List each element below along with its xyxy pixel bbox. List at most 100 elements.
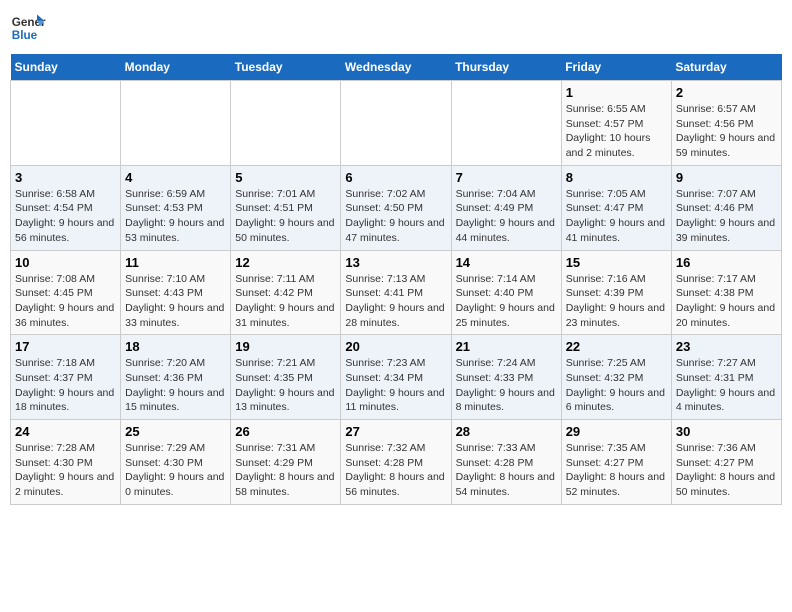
calendar-cell: 21 Sunrise: 7:24 AM Sunset: 4:33 PM Dayli… xyxy=(451,335,561,420)
calendar-cell: 22 Sunrise: 7:25 AM Sunset: 4:32 PM Dayli… xyxy=(561,335,671,420)
day-of-week-header: Wednesday xyxy=(341,54,451,81)
day-info: Sunrise: 7:16 AM Sunset: 4:39 PM Dayligh… xyxy=(566,272,667,331)
day-number: 9 xyxy=(676,170,777,185)
day-number: 3 xyxy=(15,170,116,185)
calendar-cell: 18 Sunrise: 7:20 AM Sunset: 4:36 PM Dayli… xyxy=(121,335,231,420)
day-info: Sunrise: 7:28 AM Sunset: 4:30 PM Dayligh… xyxy=(15,441,116,500)
day-number: 4 xyxy=(125,170,226,185)
day-info: Sunrise: 7:02 AM Sunset: 4:50 PM Dayligh… xyxy=(345,187,446,246)
day-number: 23 xyxy=(676,339,777,354)
day-number: 1 xyxy=(566,85,667,100)
calendar-cell: 6Sunrise: 7:02 AM Sunset: 4:50 PM Daylig… xyxy=(341,165,451,250)
day-info: Sunrise: 7:04 AM Sunset: 4:49 PM Dayligh… xyxy=(456,187,557,246)
calendar-cell: 26 Sunrise: 7:31 AM Sunset: 4:29 PM Dayli… xyxy=(231,420,341,505)
page-header: General Blue xyxy=(10,10,782,46)
day-number: 22 xyxy=(566,339,667,354)
day-info: Sunrise: 7:17 AM Sunset: 4:38 PM Dayligh… xyxy=(676,272,777,331)
day-number: 7 xyxy=(456,170,557,185)
day-info: Sunrise: 7:08 AM Sunset: 4:45 PM Dayligh… xyxy=(15,272,116,331)
day-number: 2 xyxy=(676,85,777,100)
day-number: 26 xyxy=(235,424,336,439)
calendar-cell: 30 Sunrise: 7:36 AM Sunset: 4:27 PM Dayli… xyxy=(671,420,781,505)
calendar-cell: 14 Sunrise: 7:14 AM Sunset: 4:40 PM Dayli… xyxy=(451,250,561,335)
calendar-cell: 25 Sunrise: 7:29 AM Sunset: 4:30 PM Dayli… xyxy=(121,420,231,505)
day-info: Sunrise: 7:35 AM Sunset: 4:27 PM Dayligh… xyxy=(566,441,667,500)
calendar-cell: 11 Sunrise: 7:10 AM Sunset: 4:43 PM Dayli… xyxy=(121,250,231,335)
day-info: Sunrise: 7:13 AM Sunset: 4:41 PM Dayligh… xyxy=(345,272,446,331)
day-number: 8 xyxy=(566,170,667,185)
day-info: Sunrise: 7:33 AM Sunset: 4:28 PM Dayligh… xyxy=(456,441,557,500)
day-of-week-header: Thursday xyxy=(451,54,561,81)
calendar-cell: 7 Sunrise: 7:04 AM Sunset: 4:49 PM Daylig… xyxy=(451,165,561,250)
logo-icon: General Blue xyxy=(10,10,46,46)
logo: General Blue xyxy=(10,10,46,46)
day-of-week-header: Friday xyxy=(561,54,671,81)
day-number: 11 xyxy=(125,255,226,270)
calendar-cell: 24 Sunrise: 7:28 AM Sunset: 4:30 PM Dayli… xyxy=(11,420,121,505)
calendar-cell: 16 Sunrise: 7:17 AM Sunset: 4:38 PM Dayli… xyxy=(671,250,781,335)
svg-text:Blue: Blue xyxy=(12,29,38,42)
day-info: Sunrise: 7:07 AM Sunset: 4:46 PM Dayligh… xyxy=(676,187,777,246)
calendar-cell xyxy=(11,81,121,166)
day-of-week-header: Monday xyxy=(121,54,231,81)
calendar-cell xyxy=(231,81,341,166)
day-number: 24 xyxy=(15,424,116,439)
calendar-cell: 4 Sunrise: 6:59 AM Sunset: 4:53 PM Daylig… xyxy=(121,165,231,250)
calendar-table: SundayMondayTuesdayWednesdayThursdayFrid… xyxy=(10,54,782,505)
day-of-week-header: Tuesday xyxy=(231,54,341,81)
calendar-cell: 10 Sunrise: 7:08 AM Sunset: 4:45 PM Dayli… xyxy=(11,250,121,335)
day-info: Sunrise: 7:14 AM Sunset: 4:40 PM Dayligh… xyxy=(456,272,557,331)
day-number: 12 xyxy=(235,255,336,270)
calendar-cell xyxy=(121,81,231,166)
calendar-cell: 1 Sunrise: 6:55 AM Sunset: 4:57 PM Daylig… xyxy=(561,81,671,166)
day-number: 14 xyxy=(456,255,557,270)
day-number: 19 xyxy=(235,339,336,354)
calendar-cell: 13Sunrise: 7:13 AM Sunset: 4:41 PM Dayli… xyxy=(341,250,451,335)
day-number: 28 xyxy=(456,424,557,439)
calendar-cell: 29Sunrise: 7:35 AM Sunset: 4:27 PM Dayli… xyxy=(561,420,671,505)
calendar-cell xyxy=(341,81,451,166)
day-number: 18 xyxy=(125,339,226,354)
calendar-cell: 12 Sunrise: 7:11 AM Sunset: 4:42 PM Dayli… xyxy=(231,250,341,335)
day-info: Sunrise: 7:23 AM Sunset: 4:34 PM Dayligh… xyxy=(345,356,446,415)
calendar-cell: 9 Sunrise: 7:07 AM Sunset: 4:46 PM Daylig… xyxy=(671,165,781,250)
day-info: Sunrise: 7:10 AM Sunset: 4:43 PM Dayligh… xyxy=(125,272,226,331)
day-info: Sunrise: 7:20 AM Sunset: 4:36 PM Dayligh… xyxy=(125,356,226,415)
calendar-cell: 2Sunrise: 6:57 AM Sunset: 4:56 PM Daylig… xyxy=(671,81,781,166)
day-info: Sunrise: 6:55 AM Sunset: 4:57 PM Dayligh… xyxy=(566,102,667,161)
day-info: Sunrise: 7:24 AM Sunset: 4:33 PM Dayligh… xyxy=(456,356,557,415)
day-info: Sunrise: 7:11 AM Sunset: 4:42 PM Dayligh… xyxy=(235,272,336,331)
calendar-cell: 28 Sunrise: 7:33 AM Sunset: 4:28 PM Dayli… xyxy=(451,420,561,505)
day-number: 30 xyxy=(676,424,777,439)
day-number: 17 xyxy=(15,339,116,354)
day-number: 10 xyxy=(15,255,116,270)
calendar-cell: 3 Sunrise: 6:58 AM Sunset: 4:54 PM Daylig… xyxy=(11,165,121,250)
day-number: 5 xyxy=(235,170,336,185)
calendar-cell: 17 Sunrise: 7:18 AM Sunset: 4:37 PM Dayli… xyxy=(11,335,121,420)
day-info: Sunrise: 7:29 AM Sunset: 4:30 PM Dayligh… xyxy=(125,441,226,500)
day-info: Sunrise: 7:05 AM Sunset: 4:47 PM Dayligh… xyxy=(566,187,667,246)
day-of-week-header: Sunday xyxy=(11,54,121,81)
calendar-cell: 5 Sunrise: 7:01 AM Sunset: 4:51 PM Daylig… xyxy=(231,165,341,250)
day-info: Sunrise: 6:58 AM Sunset: 4:54 PM Dayligh… xyxy=(15,187,116,246)
day-of-week-header: Saturday xyxy=(671,54,781,81)
day-number: 27 xyxy=(345,424,446,439)
day-number: 16 xyxy=(676,255,777,270)
day-info: Sunrise: 7:31 AM Sunset: 4:29 PM Dayligh… xyxy=(235,441,336,500)
day-number: 21 xyxy=(456,339,557,354)
calendar-cell: 23 Sunrise: 7:27 AM Sunset: 4:31 PM Dayli… xyxy=(671,335,781,420)
day-number: 25 xyxy=(125,424,226,439)
day-info: Sunrise: 7:27 AM Sunset: 4:31 PM Dayligh… xyxy=(676,356,777,415)
calendar-cell: 15Sunrise: 7:16 AM Sunset: 4:39 PM Dayli… xyxy=(561,250,671,335)
day-info: Sunrise: 7:32 AM Sunset: 4:28 PM Dayligh… xyxy=(345,441,446,500)
day-info: Sunrise: 7:01 AM Sunset: 4:51 PM Dayligh… xyxy=(235,187,336,246)
day-info: Sunrise: 7:25 AM Sunset: 4:32 PM Dayligh… xyxy=(566,356,667,415)
day-info: Sunrise: 6:59 AM Sunset: 4:53 PM Dayligh… xyxy=(125,187,226,246)
day-info: Sunrise: 7:36 AM Sunset: 4:27 PM Dayligh… xyxy=(676,441,777,500)
calendar-cell xyxy=(451,81,561,166)
calendar-cell: 19 Sunrise: 7:21 AM Sunset: 4:35 PM Dayli… xyxy=(231,335,341,420)
day-info: Sunrise: 7:18 AM Sunset: 4:37 PM Dayligh… xyxy=(15,356,116,415)
calendar-cell: 27 Sunrise: 7:32 AM Sunset: 4:28 PM Dayli… xyxy=(341,420,451,505)
day-info: Sunrise: 7:21 AM Sunset: 4:35 PM Dayligh… xyxy=(235,356,336,415)
day-number: 20 xyxy=(345,339,446,354)
